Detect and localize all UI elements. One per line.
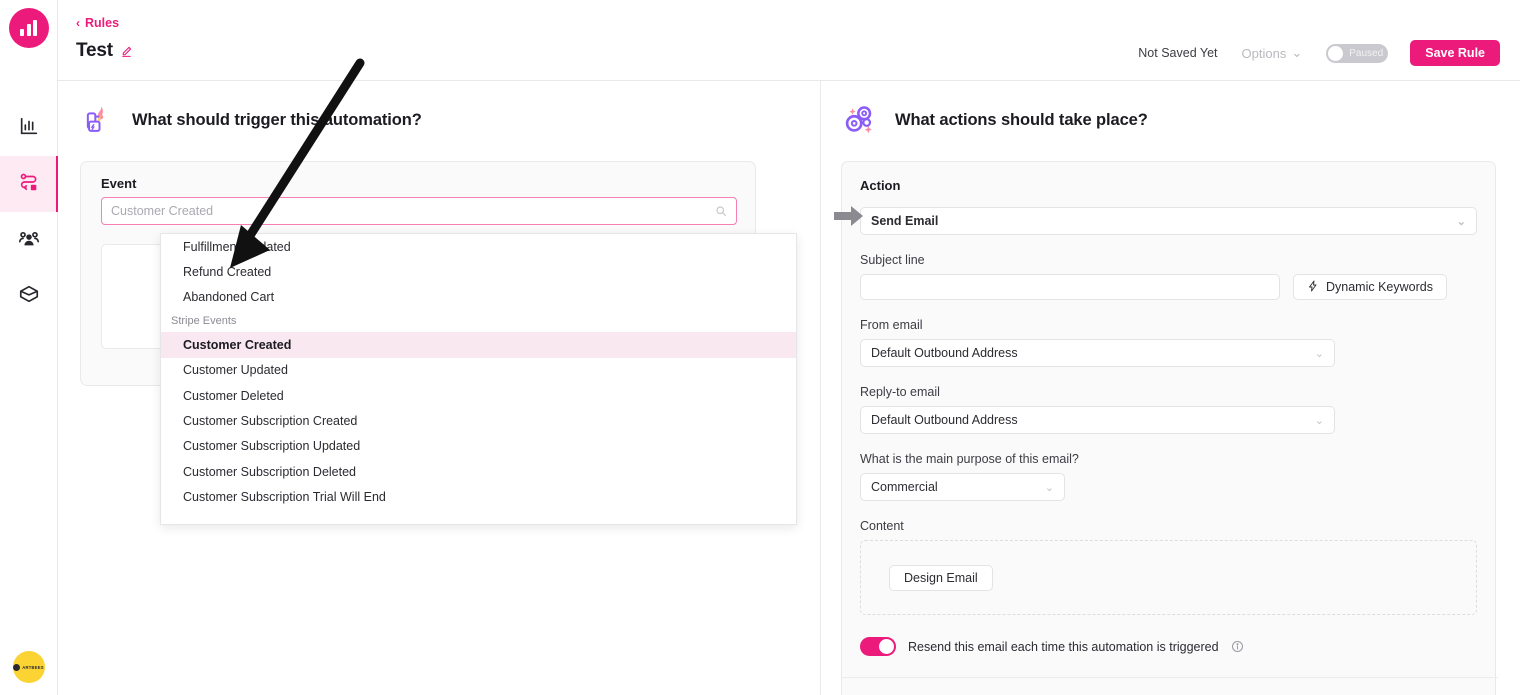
subject-line-label: Subject line [860, 253, 925, 267]
header-controls: Not Saved Yet Options ⌄ Paused Save Rule [1138, 40, 1500, 66]
trigger-section-header: What should trigger this automation? [58, 81, 820, 141]
chevron-down-icon: ⌄ [1291, 45, 1303, 60]
top-bar: ‹ Rules Test Not Saved Yet Options ⌄ Pau… [58, 0, 1520, 81]
brand-logo[interactable] [8, 8, 49, 48]
resend-label: Resend this email each time this automat… [908, 639, 1219, 654]
people-icon [18, 227, 40, 254]
breadcrumb-label: Rules [85, 16, 120, 30]
toggle-label: Paused [1349, 47, 1384, 59]
save-status: Not Saved Yet [1138, 46, 1218, 60]
content-dropzone: Design Email [860, 540, 1477, 615]
resend-toggle[interactable] [860, 637, 896, 656]
pencil-icon[interactable] [120, 45, 133, 58]
dynamic-keywords-label: Dynamic Keywords [1326, 280, 1433, 294]
event-dropdown-list[interactable]: Fulfillment Updated Refund Created Abandon… [160, 233, 797, 525]
from-email-select[interactable]: Default Outbound Address ⌄ [860, 339, 1335, 367]
title-row: Test [76, 40, 133, 62]
event-search-field[interactable] [101, 197, 737, 225]
sidebar-item-automations[interactable] [0, 156, 58, 212]
actions-column: What actions should take place? Action S… [821, 81, 1520, 695]
page-title: Test [76, 40, 113, 61]
sidebar-item-analytics[interactable] [0, 100, 57, 156]
card-bottom-divider [841, 677, 1498, 678]
search-icon [715, 205, 727, 217]
lighter-flame-icon [76, 99, 118, 141]
gears-sparkle-icon [839, 99, 881, 141]
from-email-value: Default Outbound Address [871, 346, 1018, 360]
right-arrow-icon [832, 203, 866, 234]
trigger-section-title: What should trigger this automation? [132, 110, 422, 129]
chevron-down-icon: ⌄ [1314, 414, 1324, 427]
dropdown-item[interactable]: Customer Subscription Deleted [161, 459, 796, 484]
from-email-label: From email [860, 318, 923, 332]
toggle-knob [879, 639, 894, 654]
event-search-input[interactable] [111, 204, 715, 218]
content-label: Content [860, 519, 904, 533]
flow-rules-icon [18, 171, 40, 198]
subject-line-row: Dynamic Keywords [860, 274, 1477, 300]
action-type-select[interactable]: Send Email ⌄ [860, 207, 1477, 235]
left-nav-rail: ARTBEES [0, 0, 58, 695]
info-icon[interactable] [1231, 640, 1244, 653]
toggle-knob [1328, 45, 1344, 61]
dropdown-item[interactable]: Fulfillment Updated [161, 234, 796, 259]
sidebar-item-audience[interactable] [0, 212, 57, 268]
breadcrumb-rules[interactable]: ‹ Rules [76, 16, 119, 30]
action-type-value: Send Email [871, 214, 939, 228]
lightning-bolt-icon [1307, 280, 1319, 295]
email-purpose-select[interactable]: Commercial ⌄ [860, 473, 1065, 501]
dropdown-item[interactable]: Customer Updated [161, 358, 796, 383]
back-chevron-icon: ‹ [76, 16, 80, 30]
dropdown-item[interactable]: Customer Subscription Updated [161, 434, 796, 459]
dropdown-item[interactable]: Customer Deleted [161, 383, 796, 408]
actions-section-header: What actions should take place? [821, 81, 1520, 141]
rail-item-list [0, 100, 58, 324]
main-stage: ‹ Rules Test Not Saved Yet Options ⌄ Pau… [58, 0, 1520, 695]
design-email-button[interactable]: Design Email [889, 564, 993, 591]
chevron-down-icon: ⌄ [1044, 481, 1054, 494]
dropdown-item-selected[interactable]: Customer Created [161, 332, 796, 358]
save-rule-button[interactable]: Save Rule [1410, 40, 1500, 66]
bar-chart-icon [18, 115, 40, 142]
dynamic-keywords-button[interactable]: Dynamic Keywords [1293, 274, 1447, 300]
dropdown-item[interactable]: Customer Subscription Created [161, 408, 796, 433]
rule-state-toggle[interactable]: Paused [1326, 43, 1389, 63]
action-label: Action [860, 178, 901, 193]
email-purpose-label: What is the main purpose of this email? [860, 452, 1079, 466]
options-label: Options [1241, 45, 1287, 61]
subject-line-input[interactable] [860, 274, 1280, 300]
rail-footer: ARTBEES [0, 651, 57, 683]
event-label: Event [101, 176, 137, 191]
dropdown-item[interactable]: Customer Subscription Trial Will End [161, 485, 796, 510]
chevron-down-icon: ⌄ [1456, 215, 1466, 228]
dropdown-group-label: Stripe Events [171, 315, 237, 328]
chevron-down-icon: ⌄ [1314, 347, 1324, 360]
actions-section-title: What actions should take place? [895, 110, 1148, 129]
badge-label: ARTBEES [22, 664, 44, 670]
reply-to-email-value: Default Outbound Address [871, 413, 1018, 427]
dropdown-item[interactable]: Refund Created [161, 259, 796, 284]
artbees-badge[interactable]: ARTBEES [12, 651, 45, 683]
reply-to-email-label: Reply-to email [860, 385, 940, 399]
email-purpose-value: Commercial [871, 480, 938, 494]
sidebar-item-products[interactable] [0, 268, 57, 324]
box-icon [18, 283, 40, 310]
reply-to-email-select[interactable]: Default Outbound Address ⌄ [860, 406, 1335, 434]
badge-dot [13, 663, 21, 671]
resend-row: Resend this email each time this automat… [860, 637, 1477, 656]
automation-rule-editor: ARTBEES ‹ Rules Test Not Saved Yet Optio… [0, 0, 1520, 695]
action-card: Action Send Email ⌄ Subject line Dynamic… [841, 161, 1498, 695]
dropdown-item[interactable]: Abandoned Cart [161, 285, 796, 310]
options-menu-button[interactable]: Options ⌄ [1242, 45, 1303, 61]
